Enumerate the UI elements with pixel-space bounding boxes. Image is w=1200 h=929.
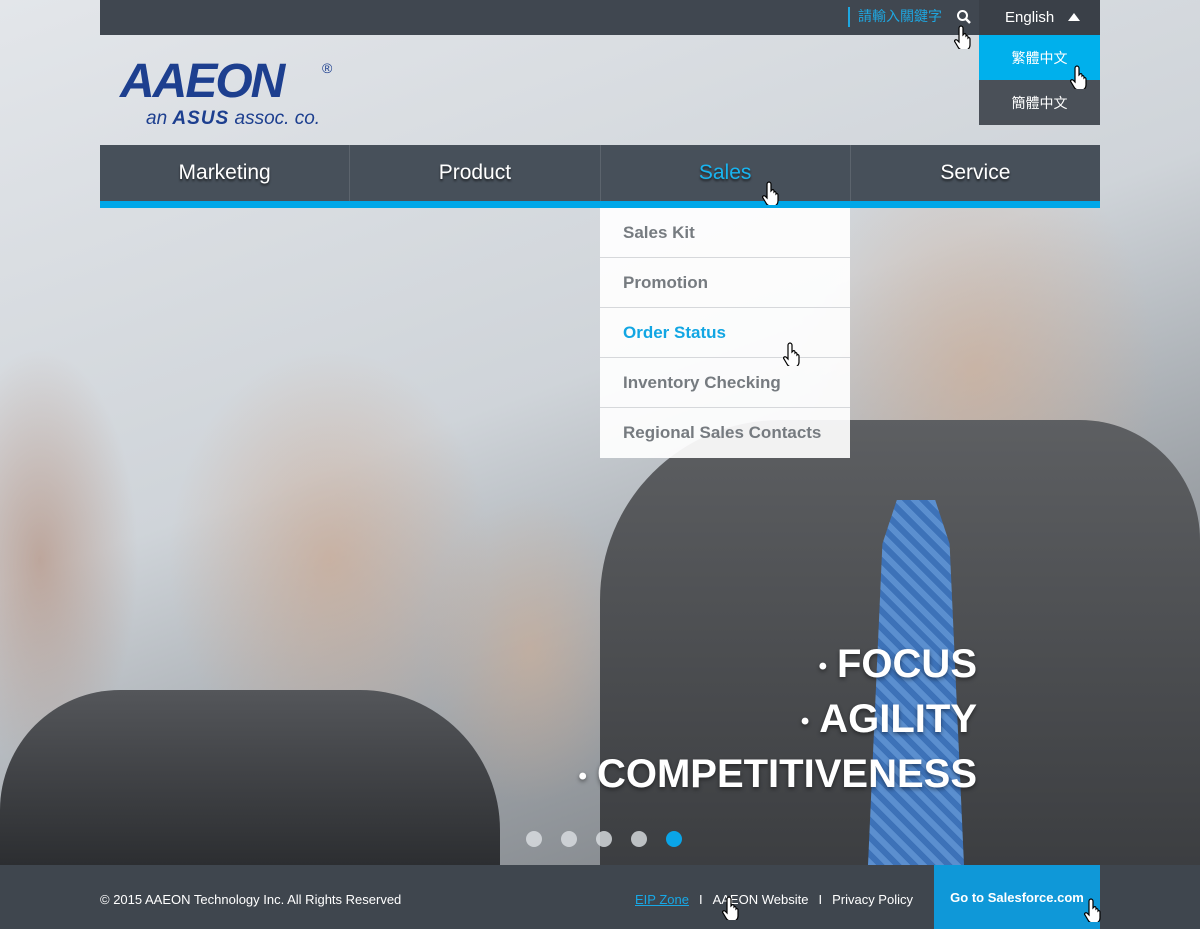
hand-cursor-icon bbox=[1070, 65, 1087, 89]
footer-link-eip-zone[interactable]: EIP Zone bbox=[635, 892, 689, 907]
logo-tagline: an ASUS assoc. co. bbox=[146, 108, 320, 130]
copyright-text: © 2015 AAEON Technology Inc. All Rights … bbox=[100, 892, 402, 907]
dropdown-item-order-status[interactable]: Order Status bbox=[600, 308, 850, 358]
slogan-agility: • AGILITY bbox=[579, 693, 977, 748]
carousel-pagination bbox=[526, 831, 682, 847]
hand-cursor-icon bbox=[722, 896, 739, 920]
bullet-icon: • bbox=[578, 762, 587, 790]
top-bar: English bbox=[100, 0, 1100, 35]
hero-slogans: • FOCUS • AGILITY • COMPETITIVENESS bbox=[579, 638, 977, 803]
search-box bbox=[848, 7, 972, 27]
logo-tagline-prefix: an bbox=[146, 108, 168, 129]
footer-link-privacy-policy[interactable]: Privacy Policy bbox=[832, 892, 913, 907]
salesforce-button[interactable]: Go to Salesforce.com bbox=[934, 865, 1100, 929]
language-current: English bbox=[1005, 9, 1055, 26]
bullet-icon: • bbox=[818, 652, 827, 680]
logo-tagline-suffix: assoc. co. bbox=[234, 108, 321, 129]
logo-wordmark: AAEON bbox=[120, 55, 285, 108]
hand-cursor-icon bbox=[1084, 898, 1101, 922]
hero-figure-left bbox=[0, 690, 500, 865]
nav-item-marketing[interactable]: Marketing bbox=[100, 145, 351, 201]
hand-cursor-icon bbox=[783, 342, 800, 366]
slogan-competitiveness: • COMPETITIVENESS bbox=[579, 748, 977, 803]
dropdown-item-regional-sales-contacts[interactable]: Regional Sales Contacts bbox=[600, 408, 850, 458]
logo-tagline-brand: ASUS bbox=[172, 108, 230, 129]
bullet-icon: • bbox=[800, 707, 810, 735]
hand-cursor-icon bbox=[762, 181, 779, 205]
search-input[interactable] bbox=[858, 9, 950, 25]
footer-separator: I bbox=[818, 892, 823, 907]
footer: © 2015 AAEON Technology Inc. All Rights … bbox=[0, 865, 1200, 929]
language-selector[interactable]: English bbox=[979, 0, 1100, 35]
carousel-dot-active[interactable] bbox=[666, 831, 682, 847]
hand-cursor-icon bbox=[954, 25, 971, 49]
sales-dropdown: Sales Kit Promotion Order Status Invento… bbox=[600, 208, 850, 458]
footer-separator: I bbox=[698, 892, 703, 907]
slogan-focus: • FOCUS bbox=[579, 638, 977, 693]
aaeon-logo[interactable]: AAEON ® an ASUS assoc. co. bbox=[120, 58, 340, 132]
nav-item-sales[interactable]: Sales bbox=[601, 145, 851, 201]
search-icon[interactable] bbox=[956, 9, 972, 25]
slogan-text: AGILITY bbox=[819, 696, 977, 741]
carousel-dot[interactable] bbox=[561, 831, 577, 847]
main-nav: Marketing Product Sales Service bbox=[100, 145, 1100, 208]
carousel-dot[interactable] bbox=[631, 831, 647, 847]
nav-item-product[interactable]: Product bbox=[350, 145, 601, 201]
dropdown-item-inventory-checking[interactable]: Inventory Checking bbox=[600, 358, 850, 408]
caret-up-icon bbox=[1068, 13, 1080, 21]
slogan-text: COMPETITIVENESS bbox=[596, 751, 977, 796]
carousel-dot[interactable] bbox=[596, 831, 612, 847]
dropdown-item-sales-kit[interactable]: Sales Kit bbox=[600, 208, 850, 258]
registered-mark: ® bbox=[322, 60, 333, 76]
nav-item-service[interactable]: Service bbox=[851, 145, 1100, 201]
dropdown-item-promotion[interactable]: Promotion bbox=[600, 258, 850, 308]
slogan-text: FOCUS bbox=[837, 642, 977, 686]
footer-links: EIP Zone I AAEON Website I Privacy Polic… bbox=[635, 892, 913, 907]
carousel-dot[interactable] bbox=[526, 831, 542, 847]
